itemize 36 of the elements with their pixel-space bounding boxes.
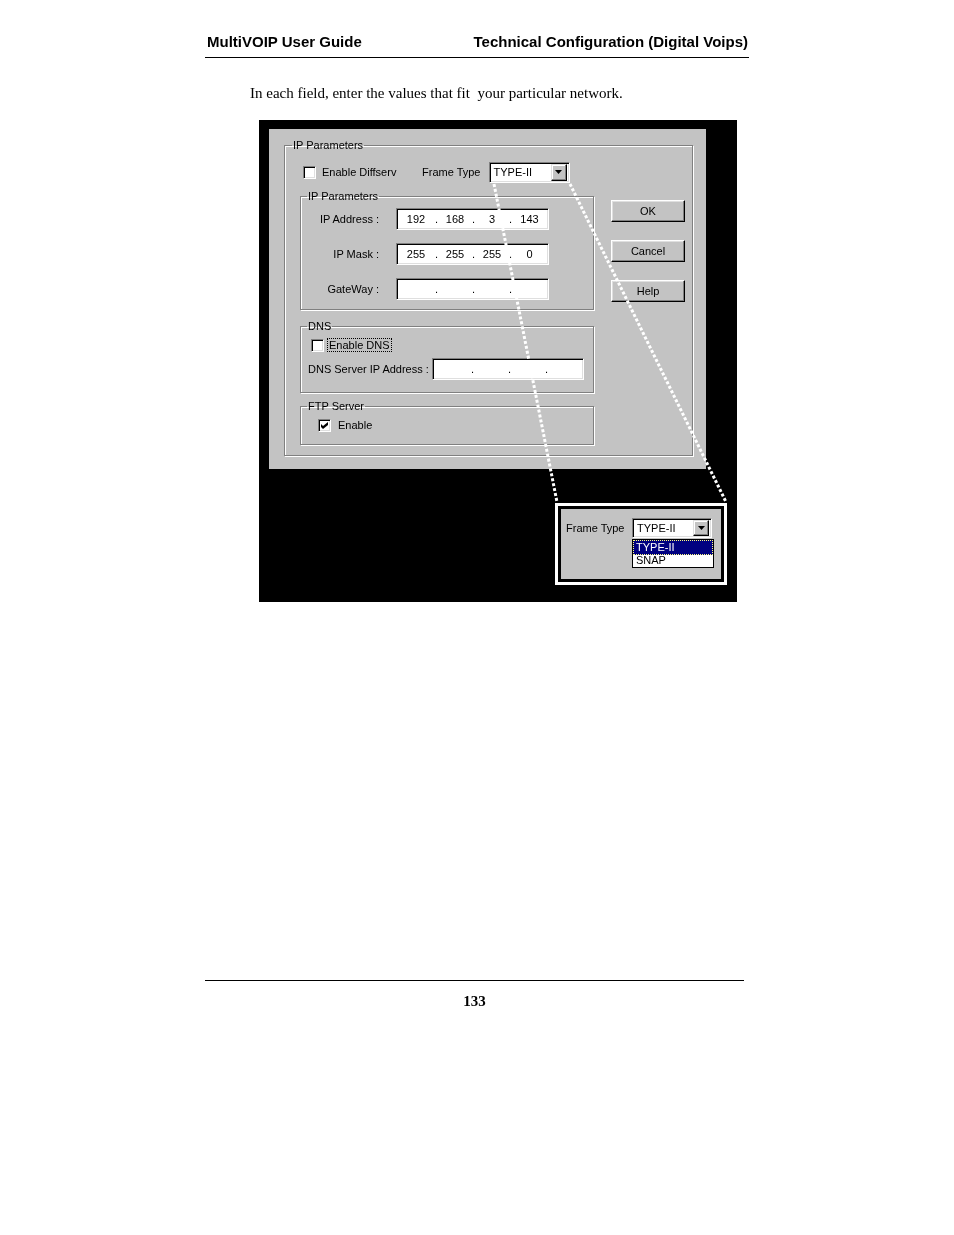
frame-type-dropdown[interactable]: TYPE-II	[632, 518, 712, 538]
page-number: 133	[463, 992, 486, 1010]
checkbox-label: Enable	[337, 418, 374, 432]
field-label: IP Address :	[319, 213, 379, 225]
ip-address-field[interactable]: 255 . 255 . 255 . 0	[396, 243, 549, 265]
dialog-button[interactable]: OK	[611, 200, 685, 222]
group-title: IP Parameters	[307, 189, 380, 203]
group-title: FTP Server	[307, 399, 366, 413]
field-label: IP Mask :	[333, 248, 379, 260]
field-label: DNS Server IP Address :	[308, 363, 429, 375]
frame-type-dropdown[interactable]: TYPE-II	[488, 161, 570, 183]
checkbox[interactable]	[303, 165, 316, 179]
intro-paragraph: In each field, enter the values that fit your particular network.	[250, 84, 623, 102]
dialog-button[interactable]: Cancel	[611, 240, 685, 262]
ip-address-field[interactable]: 192 . 168 . 3 . 143	[396, 208, 549, 230]
checkbox[interactable]	[318, 418, 331, 432]
section-title: Technical Configuration (Digital Voips)	[473, 33, 748, 51]
dialog-button[interactable]: Help	[611, 280, 685, 302]
field-label: Frame Type	[422, 166, 481, 178]
group-title: IP Parameters	[292, 138, 365, 152]
field-label: GateWay :	[327, 283, 379, 295]
dropdown-button[interactable]	[550, 163, 567, 181]
caret-icon	[697, 526, 705, 530]
checkbox-label: Enable DNS	[327, 338, 392, 352]
group-title: DNS	[307, 319, 333, 333]
field-label: Frame Type	[566, 522, 624, 534]
checkbox-label: Enable Diffserv	[321, 165, 398, 179]
dropdown-option[interactable]: TYPE-II	[633, 540, 713, 555]
ip-address-field[interactable]: . . .	[396, 278, 549, 300]
dropdown-button[interactable]	[693, 520, 709, 536]
ip-address-field[interactable]: . . .	[432, 358, 584, 380]
checkbox[interactable]	[311, 338, 324, 352]
document-title: MultiVOIP User Guide	[207, 33, 362, 51]
checkmark-icon	[321, 421, 328, 429]
dropdown-option[interactable]: SNAP	[633, 553, 713, 568]
caret-icon	[555, 170, 562, 174]
